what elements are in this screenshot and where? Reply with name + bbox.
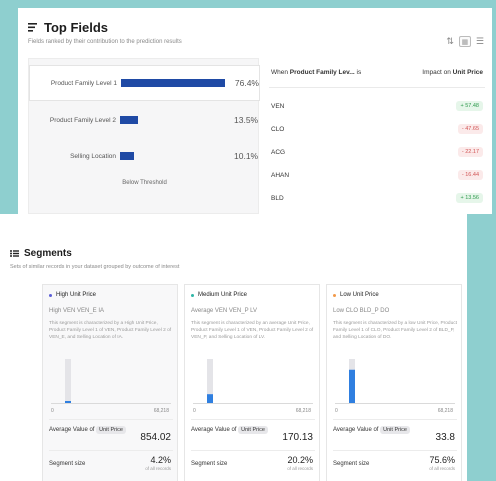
segment-card-high[interactable]: High Unit Price High VEN VEN_E IA This seg… [42,284,178,481]
impact-category: AHAN [271,171,290,179]
unit-price-tag: Unit Price [96,426,126,434]
segment-histogram [51,359,171,404]
segment-size-label: Segment size [333,461,370,467]
field-bar [120,152,134,160]
impact-field-name[interactable]: Product Family Lev... [290,69,355,76]
divider [191,419,315,420]
average-value-label: Average Value of Unit Price [333,426,410,434]
field-name: Selling Location [70,152,116,160]
segment-size-note: of all records [145,466,171,471]
filter-lines-icon[interactable]: ☰ [476,36,484,47]
segment-card-low[interactable]: Low Unit Price Low CLO BLD_P DO This segme… [326,284,462,481]
impact-target: Unit Price [452,69,483,76]
segment-size-value: 20.2% [287,455,313,465]
axis-max-label: 68,218 [437,408,453,414]
when-prefix: When [271,69,288,76]
histogram-segment-bar [207,394,213,403]
axis-max-label: 68,218 [153,408,169,414]
segment-histogram [193,359,313,404]
segments-header: Segments [10,248,72,259]
field-percent: 13.5% [234,115,259,125]
unit-price-tag: Unit Price [238,426,268,434]
divider [49,450,173,451]
field-name: Product Family Level 2 [49,116,116,124]
impact-row[interactable]: AHAN - 16.44 [269,164,485,186]
histogram-segment-bar [65,401,71,403]
average-label-text: Average Value of [333,427,379,433]
average-value: 854.02 [140,432,171,443]
impact-category: ACG [271,148,286,156]
impact-when-label: When Product Family Lev... is [271,69,361,76]
segments-title: Segments [24,248,72,259]
view-toolbar: ⇅ ▦ ☰ [446,36,484,47]
axis-min-label: 0 [335,408,338,414]
average-value-label: Average Value of Unit Price [191,426,268,434]
segment-card-medium[interactable]: Medium Unit Price Average VEN VEN_P LV Thi… [184,284,320,481]
average-label-text: Average Value of [191,427,237,433]
top-fields-subtitle: Fields ranked by their contribution to t… [28,39,182,45]
divider [191,450,315,451]
field-bar [120,79,225,87]
impact-on-label: Impact on Unit Price [422,69,483,76]
impact-category: VEN [271,102,285,110]
top-fields-header: Top Fields [28,20,108,35]
unit-price-tag: Unit Price [380,426,410,434]
top-fields-title: Top Fields [44,20,109,35]
field-row-product-family-1[interactable]: Product Family Level 1 76.4% [29,65,260,101]
axis-min-label: 0 [51,408,54,414]
impact-value-badge: - 22.17 [457,147,483,157]
average-value-label: Average Value of Unit Price [49,426,126,434]
field-bar [120,116,139,124]
average-value: 170.13 [282,432,313,443]
impact-row[interactable]: VEN + 57.48 [269,95,485,117]
grid-view-icon[interactable]: ▦ [458,36,471,47]
impact-row[interactable]: ACG - 22.17 [269,141,485,163]
segment-histogram [335,359,455,404]
segment-size-label: Segment size [191,461,228,467]
impact-row[interactable]: BLD + 13.56 [269,187,485,209]
sort-toggle-icon[interactable]: ⇅ [446,36,454,47]
average-value: 33.8 [435,432,455,443]
impact-category: BLD [271,194,284,202]
axis-min-label: 0 [193,408,196,414]
top-fields-card: Top Fields Fields ranked by their contri… [18,8,492,214]
average-label-text: Average Value of [49,427,95,433]
field-percent: 10.1% [234,151,259,161]
segment-size-note: of all records [287,466,313,471]
impact-value-badge: - 16.44 [457,170,483,180]
sort-lines-icon [28,23,37,32]
field-row-product-family-2[interactable]: Product Family Level 2 13.5% [29,102,260,138]
impact-row[interactable]: CLO - 47.65 [269,118,485,140]
segment-size-value: 4.2% [150,455,171,465]
impact-value-badge: + 57.48 [456,101,483,111]
divider [333,419,457,420]
impact-category: CLO [271,125,285,133]
field-percent: 76.4% [234,78,259,88]
impact-value-badge: - 47.65 [457,124,483,134]
segment-size-label: Segment size [49,461,86,467]
axis-max-label: 68,218 [295,408,311,414]
segment-size-value: 75.6% [429,455,455,465]
below-threshold-label[interactable]: Below Threshold [29,180,260,186]
impact-value-badge: + 13.56 [456,193,483,203]
segments-card: Segments Sets of similar records in your… [0,214,467,481]
divider [333,450,457,451]
histogram-background-bar [65,359,71,403]
fields-panel: Product Family Level 1 76.4% Product Fam… [28,58,260,214]
segments-subtitle: Sets of similar records in your dataset … [10,264,180,270]
segment-size-note: of all records [429,466,455,471]
histogram-segment-bar [349,369,355,403]
impact-header: When Product Family Lev... is Impact on … [269,58,485,88]
divider [49,419,173,420]
field-row-selling-location[interactable]: Selling Location 10.1% [29,138,260,174]
impact-prefix: Impact on [422,69,451,76]
field-name: Product Family Level 1 [50,79,117,87]
segments-icon [10,250,19,257]
impact-panel: When Product Family Lev... is Impact on … [269,58,492,214]
is-label: is [356,69,362,76]
